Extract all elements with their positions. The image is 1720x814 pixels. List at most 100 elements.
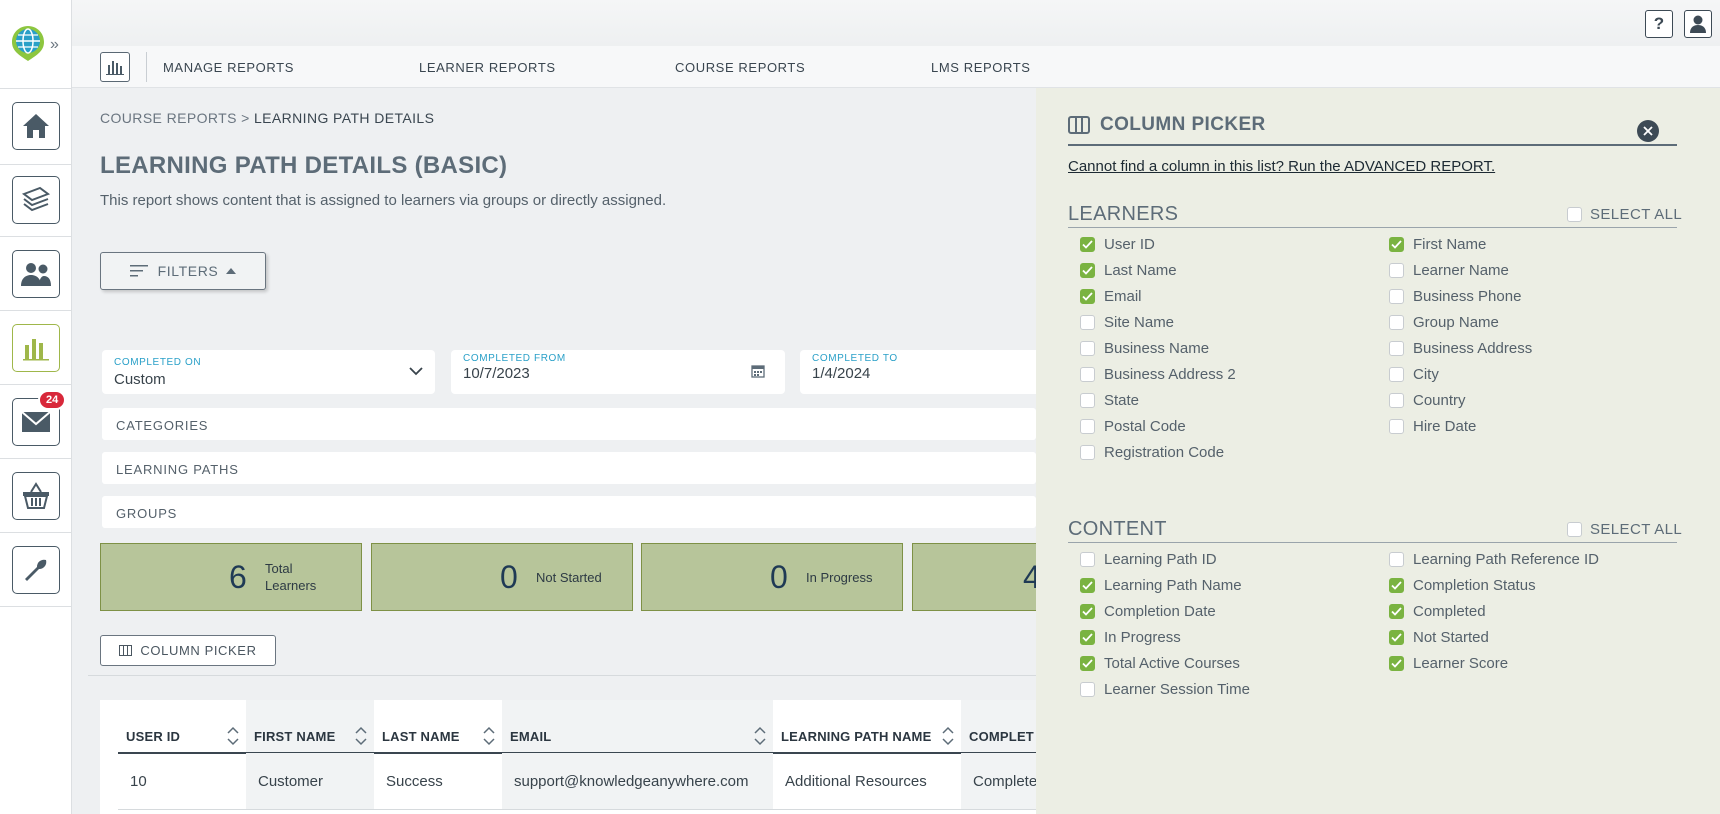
user-profile-icon[interactable]	[1684, 10, 1712, 38]
th-user-id[interactable]: USER ID	[118, 700, 246, 752]
breadcrumb-current: LEARNING PATH DETAILS	[253, 110, 435, 126]
th-last-name[interactable]: LAST NAME	[374, 700, 502, 752]
reports-icon[interactable]	[12, 324, 60, 372]
breadcrumb-separator: >	[241, 110, 250, 126]
column-option-business-address-2[interactable]: Business Address 2	[1080, 366, 1236, 383]
nav-lms-reports[interactable]: LMS REPORTS	[931, 60, 1031, 75]
column-option-learning-path-reference-id[interactable]: Learning Path Reference ID	[1389, 551, 1599, 568]
column-option-business-name[interactable]: Business Name	[1080, 340, 1209, 357]
sort-icon[interactable]	[354, 725, 368, 747]
checkbox[interactable]	[1080, 419, 1095, 434]
checkbox[interactable]	[1389, 263, 1404, 278]
users-icon[interactable]	[12, 250, 60, 298]
filters-button[interactable]: FILTERS	[100, 252, 266, 290]
calendar-icon[interactable]	[751, 364, 765, 378]
column-option-registration-code[interactable]: Registration Code	[1080, 444, 1224, 461]
nav-manage-reports[interactable]: MANAGE REPORTS	[163, 60, 294, 75]
checkbox[interactable]	[1389, 237, 1404, 252]
checkbox[interactable]	[1389, 552, 1404, 567]
content-select-all[interactable]: SELECT ALL	[1567, 521, 1682, 538]
completed-to-field[interactable]: COMPLETED TO 1/4/2024	[800, 350, 1036, 394]
courses-icon[interactable]	[12, 176, 60, 224]
column-option-city[interactable]: City	[1389, 366, 1439, 383]
tools-wrench-icon[interactable]	[12, 546, 60, 594]
th-completion-status[interactable]: COMPLET	[961, 700, 1036, 752]
column-picker-button[interactable]: COLUMN PICKER	[100, 635, 276, 666]
column-option-learning-path-id[interactable]: Learning Path ID	[1080, 551, 1217, 568]
checkbox[interactable]	[1080, 341, 1095, 356]
sort-icon[interactable]	[482, 725, 496, 747]
column-option-state[interactable]: State	[1080, 392, 1139, 409]
expand-rail-icon[interactable]: »	[50, 36, 59, 54]
checkbox[interactable]	[1080, 367, 1095, 382]
checkbox[interactable]	[1389, 419, 1404, 434]
store-basket-icon[interactable]	[12, 472, 60, 520]
column-option-learner-session-time[interactable]: Learner Session Time	[1080, 681, 1250, 698]
column-option-learner-score[interactable]: Learner Score	[1389, 655, 1508, 672]
checkbox[interactable]	[1080, 656, 1095, 671]
column-option-learner-name[interactable]: Learner Name	[1389, 262, 1509, 279]
checkbox[interactable]	[1389, 289, 1404, 304]
th-learning-path-name[interactable]: LEARNING PATH NAME	[773, 700, 961, 752]
checkbox[interactable]	[1080, 393, 1095, 408]
checkbox[interactable]	[1080, 578, 1095, 593]
column-option-learning-path-name[interactable]: Learning Path Name	[1080, 577, 1242, 594]
column-option-user-id[interactable]: User ID	[1080, 236, 1155, 253]
close-icon[interactable]	[1637, 120, 1659, 142]
checkbox[interactable]	[1080, 552, 1095, 567]
column-option-completion-status[interactable]: Completion Status	[1389, 577, 1536, 594]
sort-icon[interactable]	[226, 725, 240, 747]
categories-filter[interactable]: CATEGORIES	[102, 408, 1036, 440]
column-option-postal-code[interactable]: Postal Code	[1080, 418, 1186, 435]
nav-course-reports[interactable]: COURSE REPORTS	[675, 60, 805, 75]
checkbox[interactable]	[1389, 341, 1404, 356]
column-option-last-name[interactable]: Last Name	[1080, 262, 1177, 279]
th-first-name[interactable]: FIRST NAME	[246, 700, 374, 752]
checkbox[interactable]	[1080, 630, 1095, 645]
column-option-not-started[interactable]: Not Started	[1389, 629, 1489, 646]
checkbox[interactable]	[1080, 263, 1095, 278]
checkbox[interactable]	[1080, 237, 1095, 252]
th-email[interactable]: EMAIL	[502, 700, 773, 752]
sort-icon[interactable]	[941, 725, 955, 747]
checkbox[interactable]	[1389, 578, 1404, 593]
checkbox[interactable]	[1389, 393, 1404, 408]
column-option-in-progress[interactable]: In Progress	[1080, 629, 1181, 646]
checkbox[interactable]	[1080, 315, 1095, 330]
content-select-all-checkbox[interactable]	[1567, 522, 1582, 537]
checkbox[interactable]	[1389, 656, 1404, 671]
checkbox[interactable]	[1080, 289, 1095, 304]
learners-select-all-checkbox[interactable]	[1567, 207, 1582, 222]
column-option-total-active-courses[interactable]: Total Active Courses	[1080, 655, 1240, 672]
column-option-completion-date[interactable]: Completion Date	[1080, 603, 1216, 620]
groups-filter[interactable]: GROUPS	[102, 496, 1036, 528]
column-option-email[interactable]: Email	[1080, 288, 1142, 305]
completed-from-field[interactable]: COMPLETED FROM 10/7/2023	[451, 350, 785, 394]
column-option-country[interactable]: Country	[1389, 392, 1466, 409]
breadcrumb-parent[interactable]: COURSE REPORTS	[100, 110, 237, 126]
checkbox[interactable]	[1389, 630, 1404, 645]
checkbox[interactable]	[1389, 315, 1404, 330]
column-option-site-name[interactable]: Site Name	[1080, 314, 1174, 331]
checkbox[interactable]	[1389, 367, 1404, 382]
checkbox[interactable]	[1080, 445, 1095, 460]
help-icon[interactable]: ?	[1645, 10, 1673, 38]
learners-select-all[interactable]: SELECT ALL	[1567, 206, 1682, 223]
column-option-first-name[interactable]: First Name	[1389, 236, 1486, 253]
nav-learner-reports[interactable]: LEARNER REPORTS	[419, 60, 556, 75]
column-option-business-address[interactable]: Business Address	[1389, 340, 1532, 357]
advanced-report-link[interactable]: Cannot find a column in this list? Run t…	[1068, 158, 1495, 175]
checkbox[interactable]	[1389, 604, 1404, 619]
home-icon[interactable]	[12, 102, 60, 150]
column-option-hire-date[interactable]: Hire Date	[1389, 418, 1476, 435]
reports-chart-icon[interactable]	[100, 52, 130, 82]
learning-paths-filter[interactable]: LEARNING PATHS	[102, 452, 1036, 484]
sort-icon[interactable]	[753, 725, 767, 747]
column-option-group-name[interactable]: Group Name	[1389, 314, 1499, 331]
globe-logo-icon[interactable]	[10, 24, 46, 61]
checkbox[interactable]	[1080, 604, 1095, 619]
checkbox[interactable]	[1080, 682, 1095, 697]
completed-on-select[interactable]: COMPLETED ON Custom	[102, 350, 435, 394]
column-option-business-phone[interactable]: Business Phone	[1389, 288, 1521, 305]
column-option-completed[interactable]: Completed	[1389, 603, 1486, 620]
